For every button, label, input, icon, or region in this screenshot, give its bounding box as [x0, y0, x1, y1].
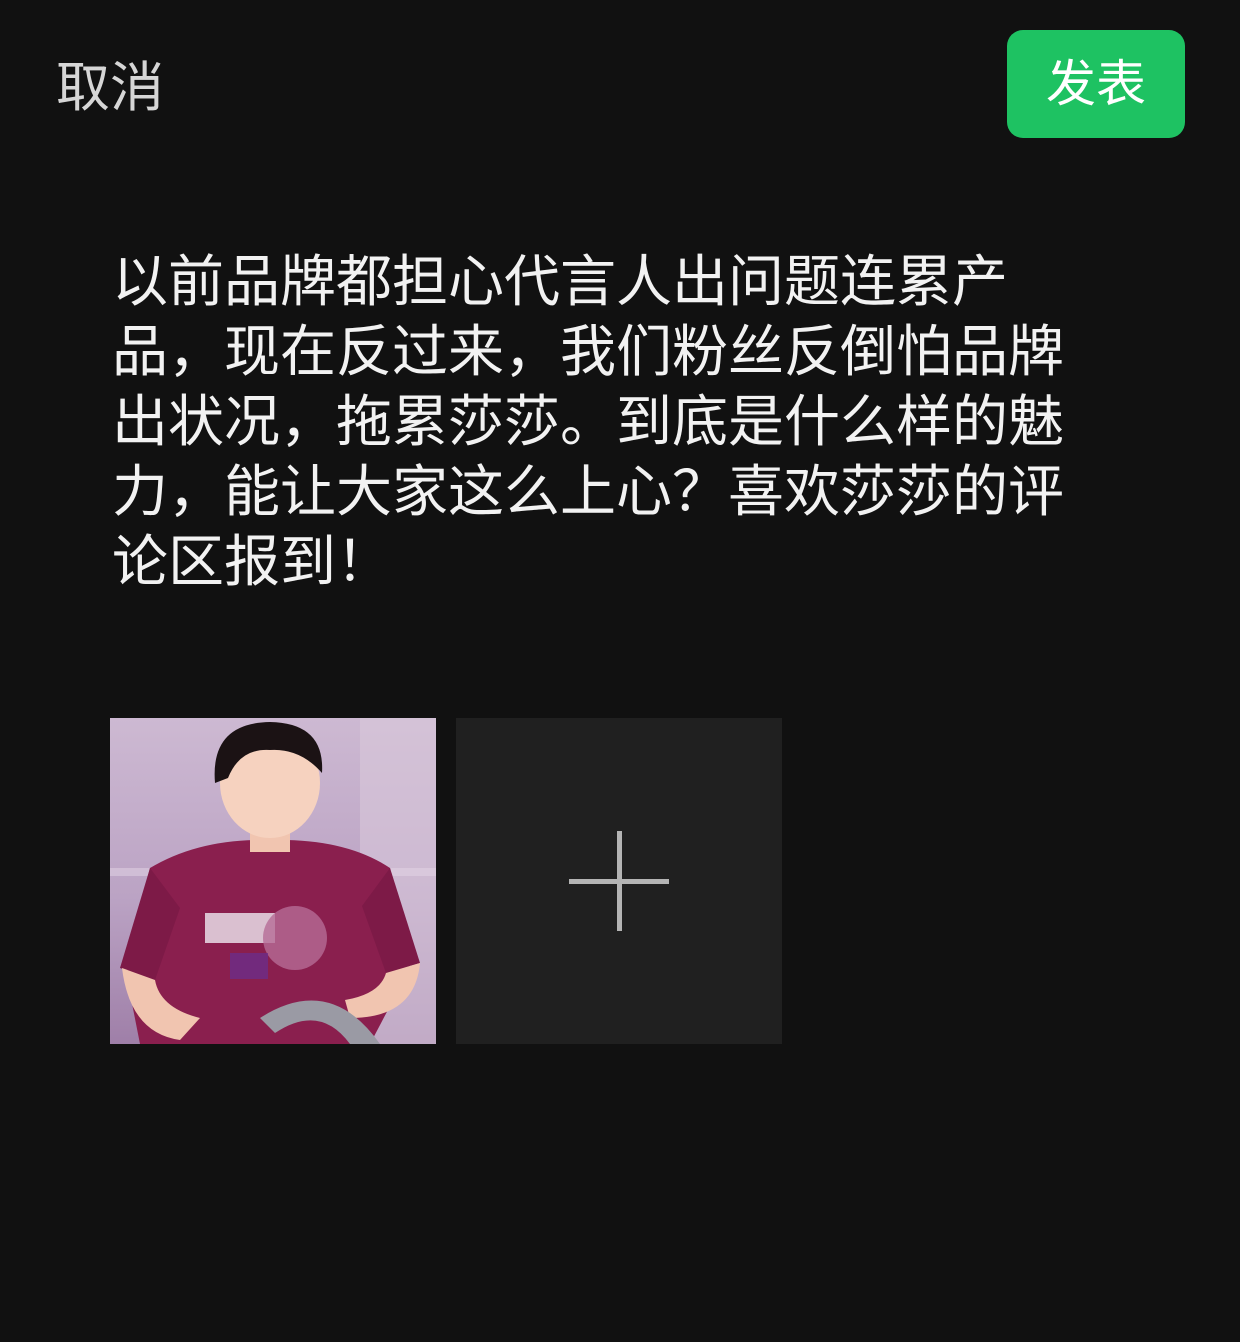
- plus-icon: [569, 831, 669, 931]
- photo-image: [110, 718, 436, 1044]
- post-text-input[interactable]: 以前品牌都担心代言人出问题连累产品，现在反过来，我们粉丝反倒怕品牌出状况，拖累莎…: [112, 248, 1102, 598]
- add-photo-button[interactable]: [456, 718, 782, 1044]
- publish-button[interactable]: 发表: [1007, 30, 1185, 138]
- cancel-button[interactable]: 取消: [56, 52, 164, 124]
- attached-photo-thumbnail[interactable]: [110, 718, 436, 1044]
